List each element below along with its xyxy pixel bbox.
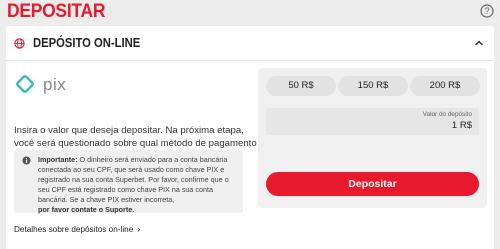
page-title: DEPOSITAR — [7, 1, 106, 22]
contact-support-link[interactable]: por favor contate o Suporte. — [38, 205, 134, 214]
amount-panel: 50 R$ 150 R$ 200 R$ Valor do depósito 1 … — [258, 68, 487, 208]
question-circle-icon[interactable]: ? — [480, 4, 494, 18]
deposit-amount-field[interactable]: Valor do depósito 1 R$ — [266, 108, 479, 135]
amount-option-50[interactable]: 50 R$ — [266, 76, 336, 96]
deposit-amount-value[interactable]: 1 R$ — [452, 120, 472, 131]
deposit-button[interactable]: Depositar — [266, 172, 479, 196]
amount-option-200[interactable]: 200 R$ — [410, 76, 480, 96]
deposit-amount-label: Valor do depósito — [422, 111, 472, 118]
deposit-details-link[interactable]: Detalhes sobre depósitos on-line › — [14, 224, 140, 234]
chevron-up-icon[interactable] — [474, 39, 484, 47]
pix-logo-text: pix — [43, 75, 66, 94]
svg-text:?: ? — [484, 6, 489, 16]
amount-option-150[interactable]: 150 R$ — [338, 76, 408, 96]
deposit-card: DEPÓSITO ON-LINE pix Insira o valor que … — [6, 26, 494, 249]
notice-text: Importante: O dinheiro será enviado para… — [38, 155, 238, 215]
pix-logo: pix — [16, 75, 66, 94]
important-notice: Importante: O dinheiro será enviado para… — [14, 150, 243, 215]
globe-icon — [14, 38, 25, 49]
section-title: DEPÓSITO ON-LINE — [33, 36, 141, 50]
notice-important-label: Importante: — [38, 155, 78, 164]
details-link-label: Detalhes sobre depósitos on-line — [14, 224, 134, 234]
chevron-right-icon: › — [137, 224, 141, 234]
section-header[interactable]: DEPÓSITO ON-LINE — [6, 26, 494, 61]
info-icon — [22, 156, 31, 165]
